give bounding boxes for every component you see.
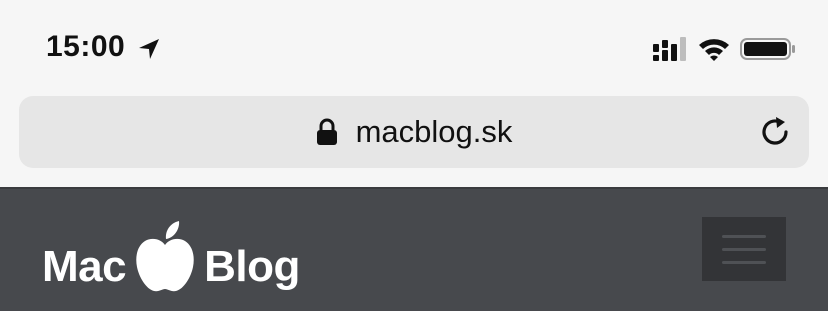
cellular-signal-icon [653,37,686,61]
logo-text-blog: Blog [204,242,300,291]
site-header: Mac Blog [0,187,828,311]
lock-icon [316,118,337,145]
logo-text-mac: Mac [42,242,127,291]
url-text[interactable]: macblog.sk [356,114,513,150]
wifi-icon [699,39,729,61]
battery-icon [740,38,795,60]
hamburger-menu-button[interactable] [702,217,786,281]
status-bar: 15:00 [0,0,828,96]
status-time: 15:00 [46,30,126,63]
reload-icon[interactable] [759,115,793,149]
hamburger-menu-icon [722,234,766,264]
location-arrow-icon [139,39,159,59]
apple-icon [136,221,194,292]
site-logo[interactable]: Mac Blog [42,215,300,295]
address-bar[interactable]: macblog.sk [19,96,809,168]
